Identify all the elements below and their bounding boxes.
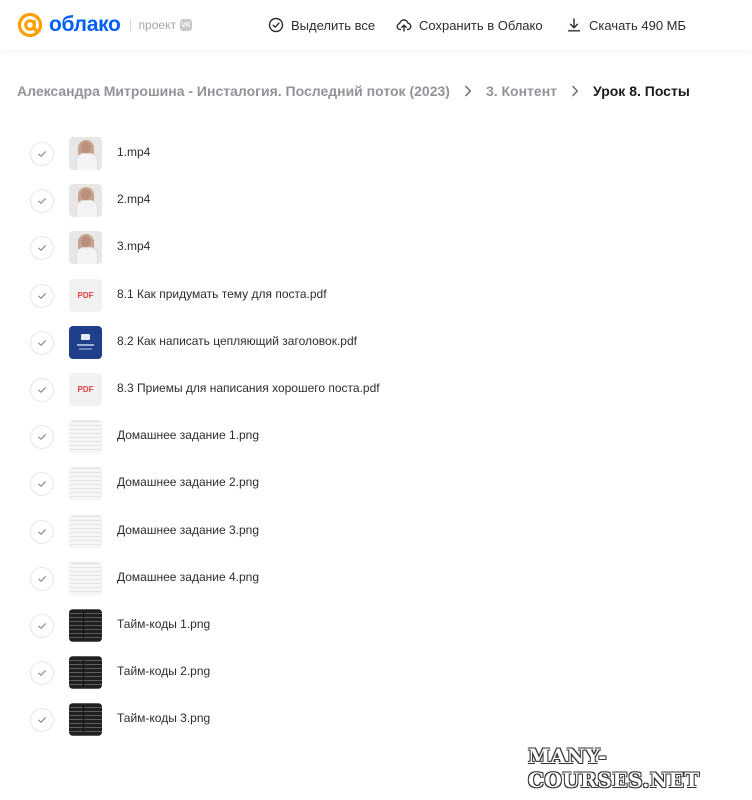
checkmark-icon xyxy=(38,434,46,440)
checkmark-icon xyxy=(38,717,46,724)
select-file-checkbox[interactable] xyxy=(30,189,54,214)
watermark: MANY-COURSES.NET xyxy=(528,744,752,792)
select-file-checkbox[interactable] xyxy=(30,708,54,733)
file-name[interactable]: Тайм-коды 1.png xyxy=(117,617,210,631)
file-list: 1.mp4 2.mp4 3.mp4 PDF 8.1 Как придумать тему… xyxy=(0,130,752,743)
select-file-checkbox[interactable] xyxy=(30,142,54,166)
file-name[interactable]: 8.2 Как написать цепляющий заголовок.pdf xyxy=(117,334,357,348)
image-thumbnail xyxy=(69,703,102,737)
select-file-checkbox[interactable] xyxy=(30,330,54,355)
select-all-button[interactable]: Выделить все xyxy=(268,15,375,35)
file-row[interactable]: Домашнее задание 3.png xyxy=(0,508,752,555)
file-name[interactable]: Домашнее задание 3.png xyxy=(117,523,259,537)
logo-text: облако xyxy=(49,13,121,36)
pdf-file-icon: PDF xyxy=(69,278,102,312)
image-thumbnail xyxy=(69,608,102,642)
select-file-checkbox[interactable] xyxy=(30,425,54,450)
file-row[interactable]: Тайм-коды 1.png xyxy=(0,602,752,649)
select-file-checkbox[interactable] xyxy=(30,566,54,591)
file-name[interactable]: Тайм-коды 2.png xyxy=(117,664,210,678)
check-circle-icon xyxy=(268,17,284,33)
breadcrumb-content-folder[interactable]: 3. Контент xyxy=(486,83,557,99)
video-thumbnail xyxy=(69,137,102,170)
file-row[interactable]: 8.2 Как написать цепляющий заголовок.pdf xyxy=(0,319,752,366)
file-row[interactable]: Тайм-коды 3.png xyxy=(0,696,752,743)
chevron-right-icon xyxy=(465,85,472,97)
image-thumbnail xyxy=(69,561,102,595)
chevron-right-icon xyxy=(572,85,579,97)
checkmark-icon xyxy=(38,575,46,582)
image-thumbnail xyxy=(69,656,102,690)
file-name[interactable]: 1.mp4 xyxy=(117,145,150,159)
pdf-file-icon: PDF xyxy=(69,372,102,406)
watermark-text: MANY-COURSES.NET xyxy=(528,744,700,792)
file-name[interactable]: 2.mp4 xyxy=(117,192,150,206)
select-file-checkbox[interactable] xyxy=(30,613,54,638)
file-row[interactable]: 1.mp4 xyxy=(0,130,752,177)
file-name[interactable]: Домашнее задание 1.png xyxy=(117,428,259,442)
file-row[interactable]: Тайм-коды 2.png xyxy=(0,649,752,696)
image-thumbnail xyxy=(69,420,102,454)
file-row[interactable]: Домашнее задание 1.png xyxy=(0,413,752,460)
file-row[interactable]: 2.mp4 xyxy=(0,177,752,224)
vk-badge-icon: VK xyxy=(179,19,192,31)
top-header: облако проект VK Выделить все Сохранить … xyxy=(0,0,752,50)
breadcrumb-current-folder: Урок 8. Посты xyxy=(593,83,690,99)
at-sign-logo-icon xyxy=(17,12,43,38)
select-file-checkbox[interactable] xyxy=(30,283,54,308)
file-row[interactable]: 3.mp4 xyxy=(0,224,752,271)
file-name[interactable]: Домашнее задание 2.png xyxy=(117,475,259,489)
breadcrumb: Александра Митрошина - Инсталогия. После… xyxy=(17,81,690,101)
checkmark-icon xyxy=(38,623,46,629)
checkmark-icon xyxy=(38,245,46,252)
select-file-checkbox[interactable] xyxy=(30,377,54,402)
save-to-cloud-label: Сохранить в Облако xyxy=(419,17,543,33)
file-name[interactable]: Тайм-коды 3.png xyxy=(117,711,210,725)
select-file-checkbox[interactable] xyxy=(30,519,54,544)
file-row[interactable]: Домашнее задание 4.png xyxy=(0,555,752,602)
download-button[interactable]: Скачать 490 МБ xyxy=(566,15,686,35)
file-row[interactable]: PDF 8.3 Приемы для написания хорошего пос… xyxy=(0,366,752,413)
cloud-logo[interactable]: облако проект VK xyxy=(17,9,192,41)
select-file-checkbox[interactable] xyxy=(30,661,54,686)
checkmark-icon xyxy=(38,528,46,535)
video-thumbnail xyxy=(69,231,102,265)
checkmark-icon xyxy=(38,670,46,676)
pdf-label: PDF xyxy=(77,384,94,394)
checkmark-icon xyxy=(38,198,46,204)
image-thumbnail xyxy=(69,514,102,548)
breadcrumb-root-folder[interactable]: Александра Митрошина - Инсталогия. После… xyxy=(17,83,450,99)
checkmark-icon xyxy=(38,339,46,346)
download-icon xyxy=(567,18,581,32)
save-to-cloud-button[interactable]: Сохранить в Облако xyxy=(396,15,543,35)
pdf-cover-thumbnail xyxy=(69,325,102,359)
select-all-label: Выделить все xyxy=(291,17,376,33)
file-name[interactable]: 3.mp4 xyxy=(117,239,150,253)
select-file-checkbox[interactable] xyxy=(30,236,54,261)
file-name[interactable]: Домашнее задание 4.png xyxy=(117,570,259,584)
file-row[interactable]: Домашнее задание 2.png xyxy=(0,460,752,507)
video-thumbnail xyxy=(69,184,102,218)
select-file-checkbox[interactable] xyxy=(30,472,54,497)
image-thumbnail xyxy=(69,467,102,501)
checkmark-icon xyxy=(38,292,46,299)
checkmark-icon xyxy=(38,387,46,393)
file-row[interactable]: PDF 8.1 Как придумать тему для поста.pdf xyxy=(0,272,752,319)
cloud-upload-icon xyxy=(396,19,412,32)
file-name[interactable]: 8.3 Приемы для написания хорошего поста.… xyxy=(117,381,380,395)
file-name[interactable]: 8.1 Как придумать тему для поста.pdf xyxy=(117,287,327,301)
download-label: Скачать 490 МБ xyxy=(589,17,687,33)
project-label: проект xyxy=(138,18,176,32)
checkmark-icon xyxy=(38,151,46,157)
logo-divider xyxy=(129,19,131,31)
checkmark-icon xyxy=(38,481,46,488)
pdf-label: PDF xyxy=(77,290,94,300)
